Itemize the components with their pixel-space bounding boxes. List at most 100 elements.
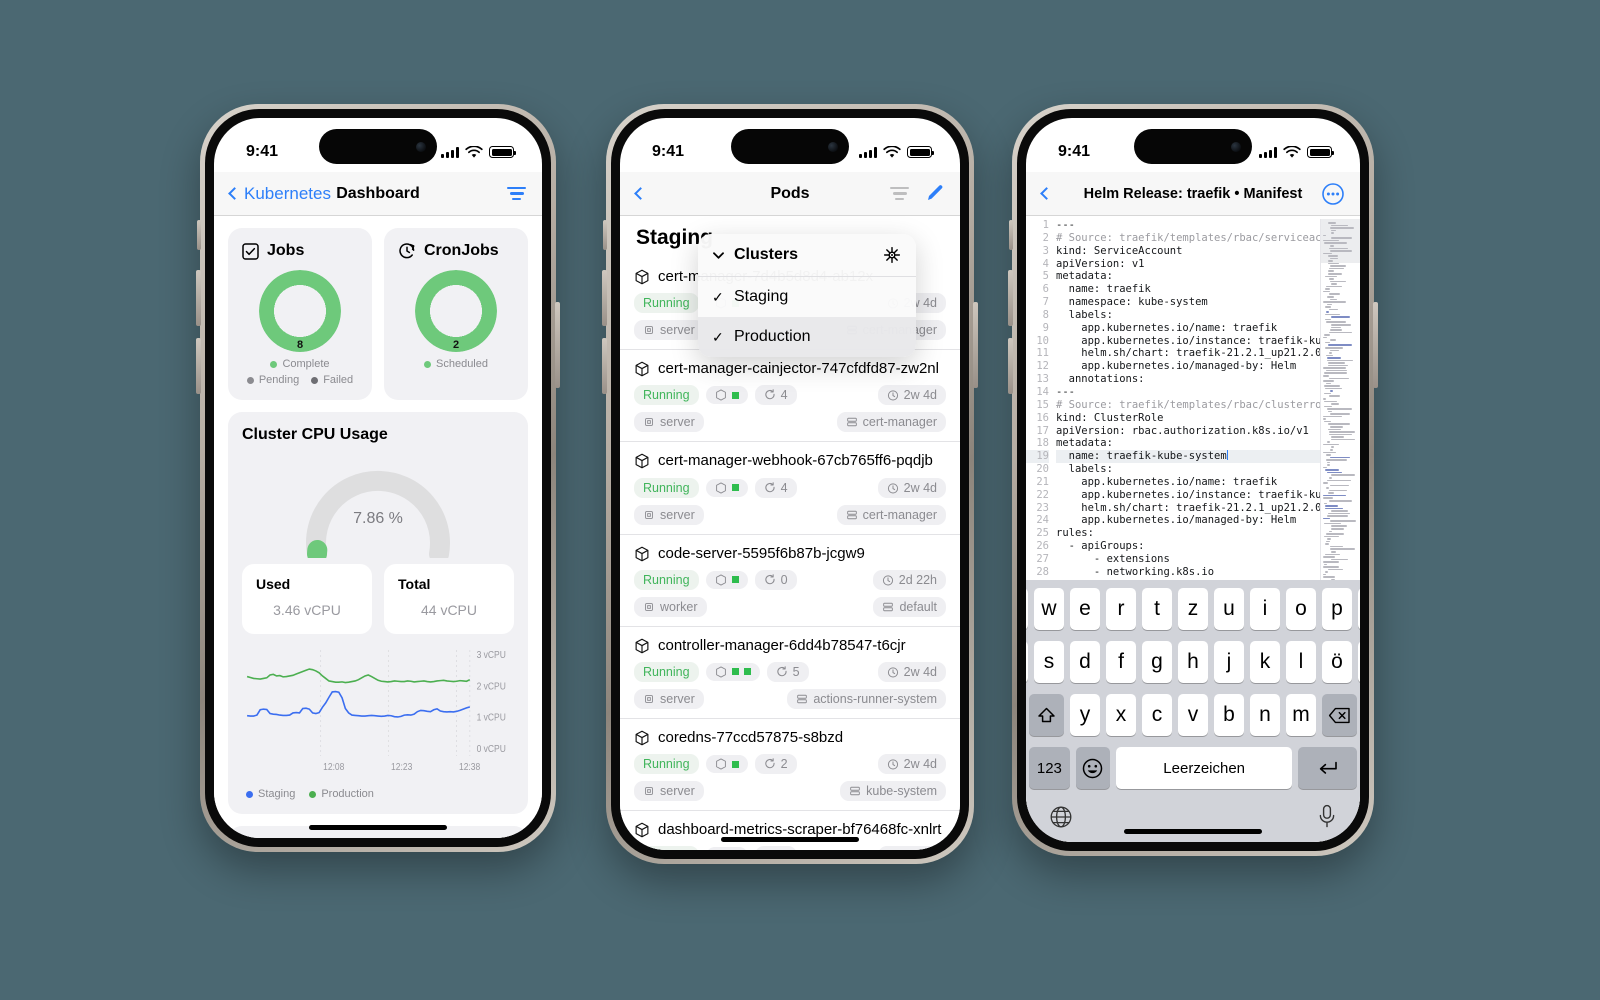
- code-text[interactable]: --- # Source: traefik/templates/rbac/serv…: [1056, 219, 1320, 627]
- code-line[interactable]: rules:: [1056, 527, 1320, 540]
- back-button[interactable]: [1040, 187, 1053, 200]
- silent-switch[interactable]: [603, 220, 607, 250]
- key-t[interactable]: t: [1142, 588, 1172, 630]
- key-o[interactable]: o: [1286, 588, 1316, 630]
- key-s[interactable]: s: [1034, 641, 1064, 683]
- manifest-editor[interactable]: 1 2 3 4 5 6 7 8 9 10 11 12 13 14 15 16 17 18 19 20 21 22 23 24 2…: [1026, 216, 1360, 842]
- microphone-icon[interactable]: [1317, 804, 1337, 829]
- pod-row[interactable]: code-server-5595f6b87b-jcgw9 Running 0 2d 2…: [620, 535, 960, 627]
- code-line[interactable]: namespace: kube-system: [1056, 296, 1320, 309]
- volume-down-button[interactable]: [1008, 338, 1013, 394]
- virtual-keyboard[interactable]: qwertzuiopü asdfghjklöä yxcvbnm: [1026, 580, 1360, 842]
- menu-item-production[interactable]: ✓ Production: [698, 317, 916, 357]
- code-line[interactable]: annotations:: [1056, 373, 1320, 386]
- key-u[interactable]: u: [1214, 588, 1244, 630]
- home-indicator[interactable]: [1124, 829, 1262, 834]
- key-c[interactable]: c: [1142, 694, 1172, 736]
- code-line[interactable]: - extensions: [1056, 553, 1320, 566]
- key-b[interactable]: b: [1214, 694, 1244, 736]
- clusters-menu-header[interactable]: Clusters: [698, 234, 916, 277]
- key-m[interactable]: m: [1286, 694, 1316, 736]
- silent-switch[interactable]: [1009, 220, 1013, 250]
- code-line[interactable]: metadata:: [1056, 437, 1320, 450]
- key-ä[interactable]: ä: [1358, 641, 1360, 683]
- code-line[interactable]: # Source: traefik/templates/rbac/cluster…: [1056, 399, 1320, 412]
- globe-icon[interactable]: [1049, 805, 1073, 829]
- code-line[interactable]: metadata:: [1056, 270, 1320, 283]
- filter-icon[interactable]: [507, 186, 526, 201]
- home-indicator[interactable]: [721, 837, 859, 842]
- code-line[interactable]: name: traefik: [1056, 283, 1320, 296]
- code-line[interactable]: app.kubernetes.io/managed-by: Helm: [1056, 360, 1320, 373]
- key-p[interactable]: p: [1322, 588, 1352, 630]
- key-d[interactable]: d: [1070, 641, 1100, 683]
- menu-item-staging[interactable]: ✓ Staging: [698, 277, 916, 317]
- volume-up-button[interactable]: [1008, 270, 1013, 326]
- dashboard-scroll[interactable]: Jobs 8 Complete Pending Failed CronJobs …: [214, 216, 542, 838]
- back-button[interactable]: Kubernetes: [228, 184, 331, 204]
- power-button[interactable]: [1373, 302, 1378, 388]
- power-button[interactable]: [555, 302, 560, 388]
- pod-row[interactable]: controller-manager-6dd4b78547-t6cjr Runni…: [620, 627, 960, 719]
- numbers-key[interactable]: 123: [1029, 747, 1070, 789]
- code-line[interactable]: labels:: [1056, 463, 1320, 476]
- volume-down-button[interactable]: [196, 338, 201, 394]
- code-line[interactable]: ---: [1056, 386, 1320, 399]
- code-line[interactable]: ---: [1056, 219, 1320, 232]
- cronjobs-card[interactable]: CronJobs 2 Scheduled: [384, 228, 528, 400]
- emoji-key[interactable]: [1075, 747, 1111, 789]
- power-button[interactable]: [973, 302, 978, 388]
- ellipsis-circle-icon[interactable]: [1322, 182, 1344, 205]
- key-i[interactable]: i: [1250, 588, 1280, 630]
- code-line[interactable]: labels:: [1056, 309, 1320, 322]
- home-indicator[interactable]: [309, 825, 447, 830]
- code-line[interactable]: helm.sh/chart: traefik-21.2.1_up21.2.0: [1056, 347, 1320, 360]
- key-n[interactable]: n: [1250, 694, 1280, 736]
- backspace-key[interactable]: [1322, 694, 1357, 736]
- key-e[interactable]: e: [1070, 588, 1100, 630]
- key-x[interactable]: x: [1106, 694, 1136, 736]
- key-l[interactable]: l: [1286, 641, 1316, 683]
- code-line[interactable]: apiVersion: rbac.authorization.k8s.io/v1: [1056, 425, 1320, 438]
- code-line[interactable]: - apiGroups:: [1056, 540, 1320, 553]
- code-line[interactable]: kind: ServiceAccount: [1056, 245, 1320, 258]
- key-k[interactable]: k: [1250, 641, 1280, 683]
- code-line[interactable]: helm.sh/chart: traefik-21.2.1_up21.2.0: [1056, 502, 1320, 515]
- code-line[interactable]: app.kubernetes.io/instance: traefik-kube…: [1056, 335, 1320, 348]
- pods-scroll[interactable]: Staging cert-manager-7d4b5d8d4-ab12xRunn…: [620, 216, 960, 850]
- key-v[interactable]: v: [1178, 694, 1208, 736]
- key-w[interactable]: w: [1034, 588, 1064, 630]
- code-line[interactable]: kind: ClusterRole: [1056, 412, 1320, 425]
- volume-up-button[interactable]: [196, 270, 201, 326]
- return-key[interactable]: [1298, 747, 1357, 789]
- code-line[interactable]: name: traefik-kube-system: [1056, 450, 1320, 464]
- volume-down-button[interactable]: [602, 338, 607, 394]
- key-y[interactable]: y: [1070, 694, 1100, 736]
- pod-row[interactable]: cert-manager-webhook-67cb765ff6-pqdjb Run…: [620, 442, 960, 535]
- code-line[interactable]: app.kubernetes.io/managed-by: Helm: [1056, 514, 1320, 527]
- volume-up-button[interactable]: [602, 270, 607, 326]
- code-minimap[interactable]: [1320, 219, 1360, 627]
- key-r[interactable]: r: [1106, 588, 1136, 630]
- key-h[interactable]: h: [1178, 641, 1208, 683]
- key-j[interactable]: j: [1214, 641, 1244, 683]
- key-ö[interactable]: ö: [1322, 641, 1352, 683]
- code-line[interactable]: apiVersion: v1: [1056, 258, 1320, 271]
- key-f[interactable]: f: [1106, 641, 1136, 683]
- code-line[interactable]: - networking.k8s.io: [1056, 566, 1320, 579]
- key-ü[interactable]: ü: [1358, 588, 1360, 630]
- key-z[interactable]: z: [1178, 588, 1208, 630]
- pod-row[interactable]: dashboard-metrics-scraper-bf76468fc-xnlr…: [620, 811, 960, 850]
- pod-row[interactable]: coredns-77ccd57875-s8bzd Running 2 2w 4d ser…: [620, 719, 960, 812]
- code-line[interactable]: # Source: traefik/templates/rbac/service…: [1056, 232, 1320, 245]
- silent-switch[interactable]: [197, 220, 201, 250]
- code-line[interactable]: app.kubernetes.io/name: traefik: [1056, 476, 1320, 489]
- pencil-icon[interactable]: [925, 184, 944, 203]
- clusters-dropdown-menu[interactable]: Clusters ✓ Staging ✓ Production: [698, 234, 916, 357]
- pod-row[interactable]: cert-manager-cainjector-747cfdfd87-zw2nl…: [620, 350, 960, 443]
- key-q[interactable]: q: [1026, 588, 1028, 630]
- shift-key[interactable]: [1029, 694, 1064, 736]
- key-a[interactable]: a: [1026, 641, 1028, 683]
- cluster-cpu-card[interactable]: Cluster CPU Usage 7.86 % Used 3.46 vCPU …: [228, 412, 528, 814]
- filter-icon[interactable]: [890, 186, 909, 201]
